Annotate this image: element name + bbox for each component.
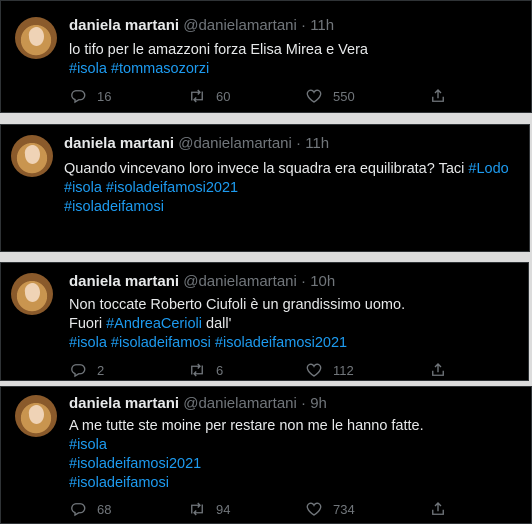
retweet-icon[interactable]	[188, 361, 206, 379]
avatar[interactable]	[11, 273, 53, 315]
reply-icon[interactable]	[69, 87, 87, 105]
separator-dot: ·	[301, 17, 307, 34]
tweet-header: daniela martani @danielamartani · 9h	[69, 395, 327, 412]
tweet-text: A me tutte ste moine per restare non me …	[69, 417, 424, 493]
timestamp[interactable]: 11h	[305, 135, 329, 152]
timestamp[interactable]: 9h	[310, 395, 327, 412]
author-name[interactable]: daniela martani	[69, 273, 179, 290]
retweet-button[interactable]: 94	[188, 500, 230, 518]
hashtag-link[interactable]: #isoladeifamosi	[64, 199, 164, 215]
reply-button[interactable]: 68	[69, 500, 111, 518]
separator-dot: ·	[296, 135, 302, 152]
tweet-text: lo tifo per le amazzoni forza Elisa Mire…	[69, 41, 368, 79]
tweet-header: daniela martani @danielamartani · 10h	[69, 273, 335, 290]
like-button[interactable]: 550	[305, 87, 355, 105]
retweet-icon[interactable]	[188, 500, 206, 518]
retweet-count: 6	[216, 362, 224, 378]
tweet-card[interactable]: daniela martani @danielamartani · 9h A me…	[0, 386, 532, 524]
separator-dot: ·	[301, 395, 307, 412]
hashtag-link[interactable]: #tommasozorzi	[111, 61, 209, 77]
text-segment: lo tifo per le amazzoni forza Elisa Mire…	[69, 42, 368, 58]
author-name[interactable]: daniela martani	[64, 135, 174, 152]
retweet-button[interactable]: 6	[188, 361, 223, 379]
tweet-header: daniela martani @danielamartani · 11h	[69, 17, 334, 34]
share-icon[interactable]	[429, 361, 447, 379]
text-segment: Non toccate Roberto Ciufoli è un grandis…	[69, 297, 406, 313]
text-segment: A me tutte ste moine per restare non me …	[69, 418, 424, 434]
retweet-count: 60	[216, 88, 231, 104]
tweet-text-line: #isoladeifamosi2021	[69, 455, 424, 474]
hashtag-link[interactable]: #isola	[69, 61, 107, 77]
author-name[interactable]: daniela martani	[69, 17, 179, 34]
text-segment: Fuori	[69, 316, 107, 332]
separator-dot: ·	[301, 273, 307, 290]
heart-icon[interactable]	[305, 87, 323, 105]
tweet-text: Non toccate Roberto Ciufoli è un grandis…	[69, 296, 405, 353]
retweet-button[interactable]: 60	[188, 87, 230, 105]
reply-icon[interactable]	[69, 500, 87, 518]
hashtag-link[interactable]: #Lodo	[468, 161, 508, 177]
timestamp[interactable]: 11h	[310, 17, 334, 34]
like-button[interactable]: 112	[305, 361, 354, 379]
tweet-actions: 2 6 112	[69, 361, 469, 381]
tweet-card[interactable]: daniela martani @danielamartani · 10h Non…	[0, 262, 529, 381]
author-handle[interactable]: @danielamartani	[183, 395, 297, 412]
timestamp[interactable]: 10h	[310, 273, 335, 290]
share-button[interactable]	[429, 87, 447, 105]
avatar[interactable]	[15, 17, 57, 59]
share-button[interactable]	[429, 500, 447, 518]
hashtag-link[interactable]: #isoladeifamosi	[111, 335, 211, 351]
tweet-header: daniela martani @danielamartani · 11h	[64, 135, 329, 152]
author-handle[interactable]: @danielamartani	[183, 17, 297, 34]
tweet-card[interactable]: daniela martani @danielamartani · 11h Qua…	[0, 124, 530, 360]
hashtag-link[interactable]: #isola	[69, 335, 107, 351]
tweet-text-line: Fuori #AndreaCerioli dall'	[69, 315, 405, 334]
share-button[interactable]	[429, 361, 447, 379]
hashtag-link[interactable]: #isola	[64, 180, 102, 196]
hashtag-link[interactable]: #AndreaCerioli	[106, 316, 202, 332]
tweet-text-line: #isoladeifamosi	[69, 474, 424, 493]
author-handle[interactable]: @danielamartani	[178, 135, 292, 152]
tweet-text-line: A me tutte ste moine per restare non me …	[69, 417, 424, 436]
retweet-count: 94	[216, 501, 231, 517]
tweet-text-line: Quando vincevano loro invece la squadra …	[64, 160, 509, 179]
tweet-actions: 16 60 550	[69, 87, 469, 107]
avatar[interactable]	[15, 395, 57, 437]
tweet-text-line: #isola #isoladeifamosi2021	[64, 179, 509, 198]
reply-icon[interactable]	[69, 361, 87, 379]
reply-button[interactable]: 2	[69, 361, 104, 379]
hashtag-link[interactable]: #isoladeifamosi2021	[215, 335, 347, 351]
author-handle[interactable]: @danielamartani	[183, 273, 297, 290]
like-button[interactable]: 734	[305, 500, 355, 518]
hashtag-link[interactable]: #isoladeifamosi2021	[69, 456, 201, 472]
avatar[interactable]	[11, 135, 53, 177]
tweet-text: Quando vincevano loro invece la squadra …	[64, 160, 509, 217]
share-icon[interactable]	[429, 87, 447, 105]
heart-icon[interactable]	[305, 361, 323, 379]
retweet-icon[interactable]	[188, 87, 206, 105]
tweet-text-line: Non toccate Roberto Ciufoli è un grandis…	[69, 296, 405, 315]
tweet-text-line: #isola #tommasozorzi	[69, 60, 368, 79]
hashtag-link[interactable]: #isoladeifamosi2021	[106, 180, 238, 196]
tweet-card[interactable]: daniela martani @danielamartani · 11h lo …	[0, 0, 532, 113]
heart-icon[interactable]	[305, 500, 323, 518]
text-segment: dall'	[202, 316, 232, 332]
author-name[interactable]: daniela martani	[69, 395, 179, 412]
reply-button[interactable]: 16	[69, 87, 111, 105]
reply-count: 16	[97, 88, 112, 104]
tweet-text-line: #isola	[69, 436, 424, 455]
tweet-text-line: lo tifo per le amazzoni forza Elisa Mire…	[69, 41, 368, 60]
share-icon[interactable]	[429, 500, 447, 518]
like-count: 112	[333, 362, 354, 378]
like-count: 550	[333, 88, 355, 104]
text-segment: Quando vincevano loro invece la squadra …	[64, 161, 469, 177]
hashtag-link[interactable]: #isola	[69, 437, 107, 453]
tweet-text-line: #isola #isoladeifamosi #isoladeifamosi20…	[69, 334, 405, 353]
hashtag-link[interactable]: #isoladeifamosi	[69, 475, 169, 491]
tweet-actions: 68 94 734	[69, 500, 469, 520]
tweet-text-line: #isoladeifamosi	[64, 198, 509, 217]
like-count: 734	[333, 501, 355, 517]
reply-count: 68	[97, 501, 112, 517]
reply-count: 2	[97, 362, 105, 378]
